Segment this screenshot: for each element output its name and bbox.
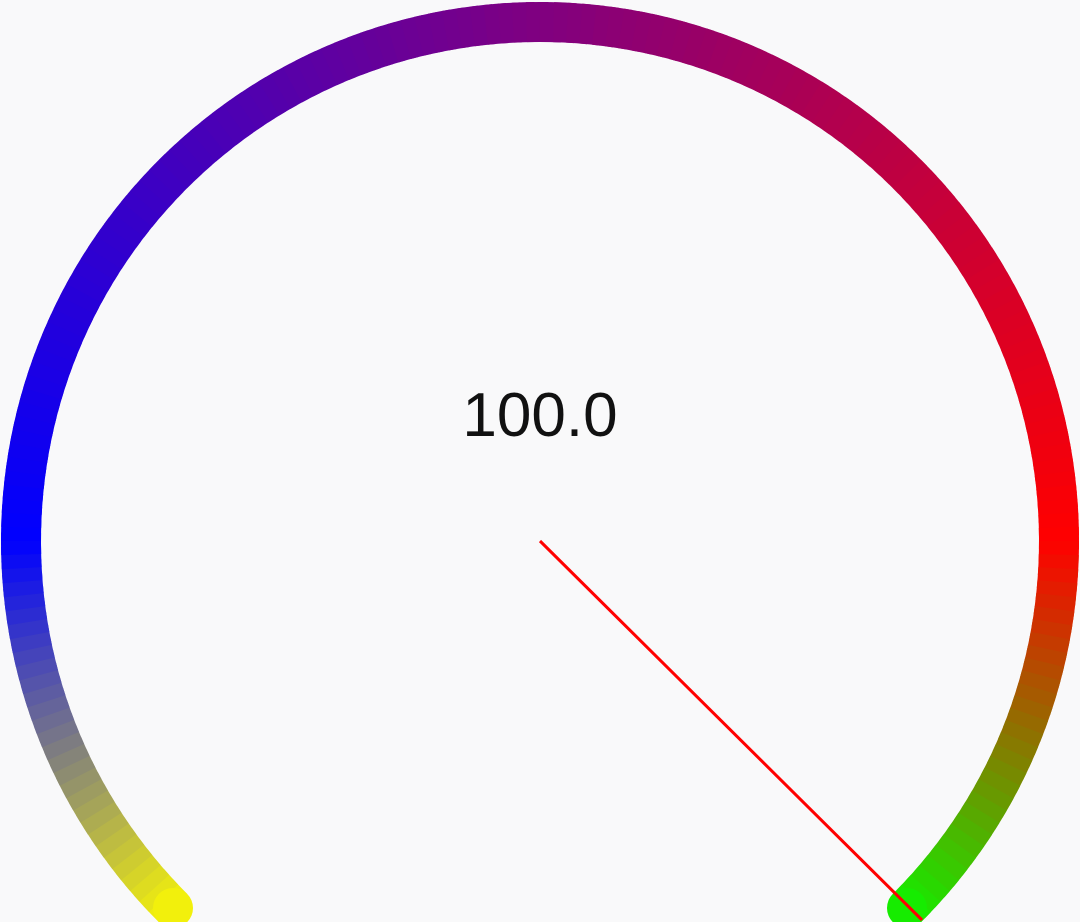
gauge-value-label: 100.0: [462, 381, 618, 450]
gauge-dial: [1, 2, 1079, 922]
gauge-arc: [1, 2, 1079, 922]
gauge-needle: [538, 539, 924, 922]
gauge-view: 100.0: [0, 0, 1080, 922]
